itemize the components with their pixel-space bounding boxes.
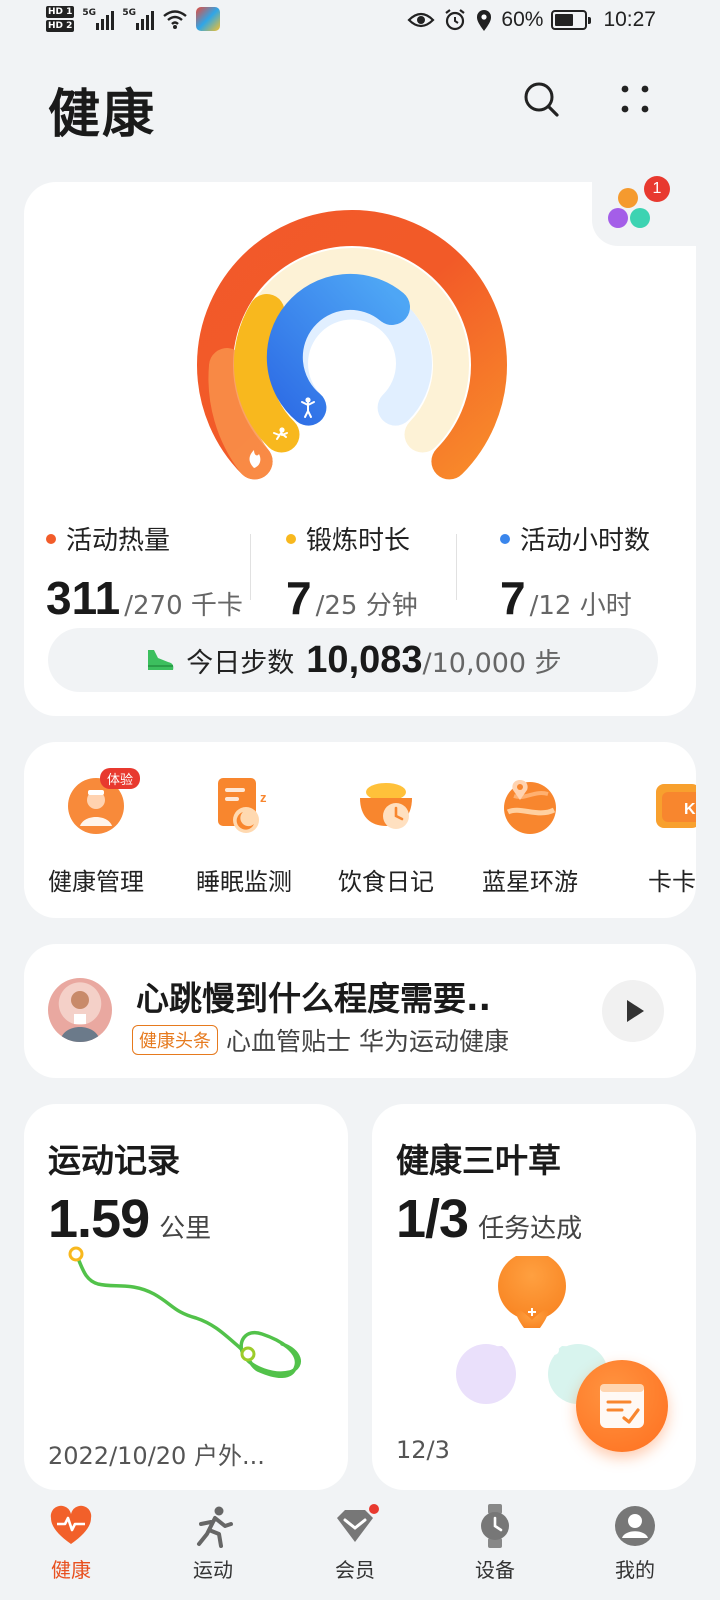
shortcut-label: 睡眠监测: [196, 868, 292, 896]
nav-label: 运动: [193, 1558, 233, 1582]
stat-calories[interactable]: 活动热量 311/270 千卡: [46, 520, 243, 625]
nav-membership[interactable]: 会员: [300, 1504, 410, 1583]
stat-value: 311: [46, 572, 121, 624]
clover-progress: 1/3: [396, 1189, 469, 1249]
news-tag: 健康头条: [132, 1025, 218, 1055]
stat-active-hours[interactable]: 活动小时数 7/12 小时: [500, 520, 650, 625]
clover-unit: 任务达成: [478, 1214, 583, 1244]
bowl-icon: [356, 776, 416, 836]
notification-badge: 1: [644, 176, 670, 202]
health-news-card[interactable]: 心跳慢到什么程度需要.. 健康头条 心血管贴士 华为运动健康: [24, 944, 696, 1078]
route-end-marker: [240, 1346, 256, 1362]
nav-label: 会员: [335, 1558, 375, 1582]
nav-sport[interactable]: 运动: [158, 1504, 268, 1583]
shortcut-sleep[interactable]: z 睡眠监测: [174, 776, 314, 897]
diamond-icon: [333, 1504, 379, 1548]
route-map: [68, 1246, 301, 1378]
sleep-icon: z: [214, 776, 274, 836]
leaf-sleep-icon: [510, 1346, 522, 1358]
alarm-icon: [445, 9, 466, 31]
shortcut-label: 健康管理: [48, 868, 144, 896]
divider: [456, 534, 457, 600]
wifi-icon: [163, 10, 188, 29]
running-man-icon: [191, 1504, 235, 1548]
clover-title: 健康三叶草: [396, 1141, 561, 1180]
stat-goal: /270 千卡: [124, 591, 243, 621]
hd-indicator-2: HD 2: [46, 20, 75, 32]
location-icon: [477, 10, 492, 31]
steps-label: 今日步数: [186, 647, 295, 679]
app-notification-icon: [196, 7, 221, 31]
svg-text:K: K: [684, 801, 696, 818]
nav-me[interactable]: 我的: [580, 1504, 690, 1583]
more-grid-icon: [621, 85, 649, 113]
nav-label: 设备: [475, 1558, 515, 1582]
membership-red-dot: [369, 1504, 379, 1514]
shortcut-blue-planet[interactable]: 蓝星环游: [460, 776, 600, 897]
signal-icon-2: 5G: [122, 8, 155, 30]
nav-label: 我的: [615, 1558, 655, 1582]
svg-text:z: z: [260, 790, 267, 805]
watch-icon: [473, 1504, 517, 1548]
checklist-icon: [600, 1384, 644, 1428]
shortcut-kaka[interactable]: K 卡卡: [602, 776, 696, 897]
hd-indicator-1: HD 1: [46, 6, 75, 18]
more-button[interactable]: [610, 74, 660, 124]
play-icon: [627, 1000, 644, 1022]
stat-value: 7: [500, 572, 526, 624]
doctor-icon: 体验: [66, 768, 141, 836]
sport-record-date: 2022/10/20 户外...: [48, 1442, 265, 1470]
clock: 10:27: [603, 8, 656, 31]
shoe-icon: [148, 650, 174, 670]
record-fab-button[interactable]: [576, 1360, 668, 1452]
shortcut-health-management[interactable]: 体验 健康管理: [26, 768, 166, 897]
eye-icon: [407, 12, 435, 28]
shortcut-diet[interactable]: 饮食日记: [316, 776, 456, 897]
nav-devices[interactable]: 设备: [440, 1504, 550, 1583]
stat-label: 活动小时数: [520, 526, 651, 556]
planet-icon: [500, 776, 560, 836]
stat-label: 活动热量: [66, 526, 171, 556]
route-start-marker: [68, 1246, 84, 1262]
news-source: 心血管贴士 华为运动健康: [226, 1027, 509, 1056]
news-thumbnail: [48, 978, 112, 1042]
stat-exercise[interactable]: 锻炼时长 7/25 分钟: [286, 520, 418, 625]
stat-label: 锻炼时长: [306, 526, 411, 556]
user-avatar-icon: [613, 1504, 657, 1548]
steps-goal: /10,000 步: [422, 647, 562, 679]
nav-health[interactable]: 健康: [16, 1504, 126, 1583]
trial-badge: 体验: [100, 768, 141, 789]
shortcut-label: 蓝星环游: [482, 868, 578, 896]
battery-percent: 60%: [501, 8, 544, 31]
shortcut-label: 饮食日记: [338, 868, 434, 896]
leaf-mood-icon: [549, 1345, 559, 1355]
stat-value: 7: [286, 572, 312, 624]
search-button[interactable]: [516, 74, 566, 124]
achievement-tab[interactable]: 1: [592, 176, 696, 246]
steps-bar[interactable]: 今日步数 10,083 /10,000 步: [48, 628, 658, 692]
clover-date: 12/3: [396, 1436, 450, 1464]
stat-goal: /12 小时: [529, 591, 632, 621]
battery-icon: [551, 10, 592, 30]
activity-rings: [197, 210, 507, 480]
shortcut-label: 卡卡: [648, 868, 696, 896]
sport-record-card[interactable]: 运动记录 1.59 公里 2022/10/20 户外...: [24, 1104, 348, 1490]
news-title: 心跳慢到什么程度需要..: [136, 979, 492, 1018]
search-icon: [524, 82, 559, 117]
stat-goal: /25 分钟: [315, 591, 418, 621]
shortcuts-card: 体验 健康管理 z 睡眠监测 饮食日记 蓝星环游 K 卡卡: [24, 742, 696, 918]
heart-pulse-icon: [49, 1504, 93, 1548]
card-icon: K: [642, 776, 696, 836]
steps-value: 10,083: [306, 638, 423, 681]
nav-label: 健康: [51, 1558, 91, 1582]
play-button[interactable]: [602, 980, 664, 1042]
status-bar: HD 1 HD 2 5G 5G 60% 10:27: [0, 0, 720, 50]
divider: [250, 534, 251, 600]
page-title: 健康: [48, 85, 157, 145]
signal-icon: 5G: [82, 8, 115, 30]
activity-rings-card[interactable]: 1 活动热量 311/270 千卡 锻炼时长 7 /25 分钟 活动小时数 7 …: [24, 176, 696, 716]
bottom-navigation: 健康 运动 会员 设备 我的: [0, 1490, 720, 1600]
sport-record-title: 运动记录: [48, 1141, 180, 1180]
